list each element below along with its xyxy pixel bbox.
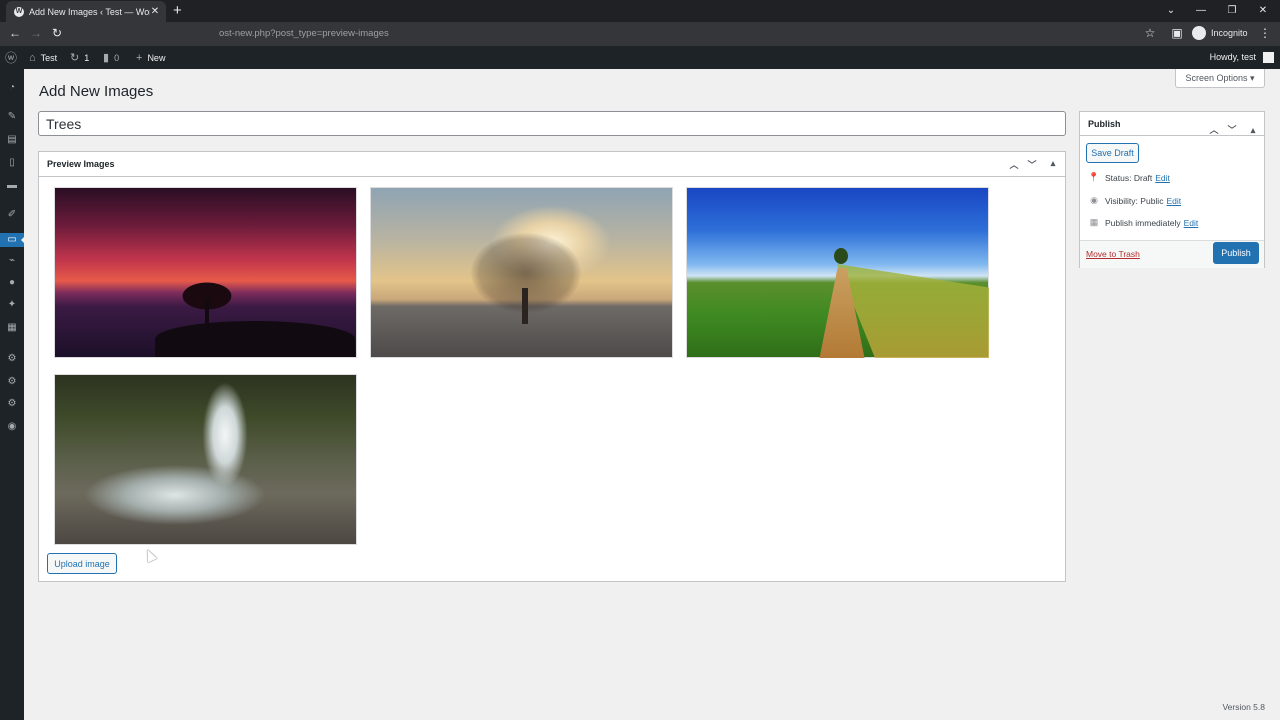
eye-icon: ◉: [1090, 195, 1098, 205]
move-up-icon[interactable]: ︿: [1008, 158, 1020, 171]
browser-tab-bar: W Add New Images ‹ Test — WordPress ✕ + …: [0, 0, 1280, 22]
bookmark-star-icon[interactable]: ☆: [1143, 26, 1157, 40]
plugins-icon[interactable]: ⌁: [5, 254, 19, 268]
back-icon[interactable]: ←: [8, 26, 22, 40]
edit-status-link[interactable]: Edit: [1155, 173, 1170, 183]
move-to-trash-link[interactable]: Move to Trash: [1086, 249, 1140, 259]
visibility-value: Public: [1140, 195, 1164, 206]
avatar[interactable]: [1263, 52, 1274, 63]
post-status: 📍 Status: Draft Edit: [1088, 172, 1170, 183]
close-window-icon[interactable]: ✕: [1248, 0, 1278, 22]
forward-icon[interactable]: →: [29, 26, 43, 40]
close-tab-icon[interactable]: ✕: [150, 6, 160, 17]
preview-images-menu-icon[interactable]: ▭: [0, 233, 25, 247]
plus-icon: +: [136, 51, 143, 64]
appearance-brush-icon[interactable]: ✐: [5, 208, 19, 222]
updates-count: 1: [84, 52, 90, 63]
publish-button[interactable]: Publish: [1213, 242, 1259, 264]
publish-time: ▦ Publish immediately Edit: [1088, 217, 1199, 228]
preview-images-box: Preview Images ︿ ﹀ ▴ Upload image: [38, 151, 1066, 582]
sidebar-icon[interactable]: ▣: [1170, 26, 1184, 40]
publish-time-label: Publish: [1105, 217, 1133, 228]
save-draft-button[interactable]: Save Draft: [1086, 143, 1139, 163]
status-value: Draft: [1133, 172, 1153, 183]
media-icon[interactable]: ▤: [5, 133, 19, 147]
edit-visibility-link[interactable]: Edit: [1166, 196, 1181, 206]
publish-header: Publish ︿ ﹀ ▴: [1080, 112, 1264, 136]
new-content-menu[interactable]: + New: [136, 46, 165, 69]
pin-icon: 📍: [1088, 172, 1100, 182]
reload-icon[interactable]: ↻: [50, 26, 64, 40]
incognito-label: Incognito: [1211, 28, 1248, 38]
preview-image-1[interactable]: [54, 187, 357, 358]
url-field[interactable]: ost-new.php?post_type=preview-images: [219, 28, 389, 39]
preview-images-title: Preview Images: [47, 159, 115, 169]
toggle-panel-icon[interactable]: ▴: [1047, 158, 1059, 169]
comments-menu[interactable]: ▮ 0: [103, 46, 119, 69]
incognito-icon: [1192, 26, 1206, 40]
tools-wrench-icon[interactable]: ✦: [5, 298, 19, 312]
move-up-icon[interactable]: ︿: [1208, 118, 1220, 142]
incognito-indicator[interactable]: Incognito: [1192, 26, 1248, 40]
dashboard-icon[interactable]: ◔: [5, 81, 19, 95]
preview-images-header: Preview Images ︿ ﹀ ▴: [39, 152, 1065, 177]
comments-count: 0: [114, 52, 120, 63]
move-down-icon[interactable]: ﹀: [1226, 118, 1238, 142]
upload-image-button[interactable]: Upload image: [47, 553, 117, 574]
wp-logo-menu[interactable]: ⓦ: [5, 46, 22, 69]
publish-title: Publish: [1088, 119, 1121, 129]
settings-icon[interactable]: ▦: [5, 321, 19, 335]
gear-icon[interactable]: ⚙: [5, 352, 19, 366]
browser-menu-icon[interactable]: ⋮: [1258, 26, 1272, 40]
site-name-menu[interactable]: ⌂ Test: [29, 46, 57, 69]
pages-icon[interactable]: ▯: [5, 156, 19, 170]
howdy-user[interactable]: Howdy, test: [1210, 46, 1256, 69]
tab-search-icon[interactable]: ⌄: [1156, 0, 1186, 22]
move-down-icon[interactable]: ﹀: [1026, 158, 1038, 171]
new-label: New: [147, 52, 166, 63]
address-bar: ← → ↻ ost-new.php?post_type=preview-imag…: [0, 22, 1280, 46]
restore-icon[interactable]: ❐: [1217, 0, 1247, 22]
post-title-input[interactable]: [38, 111, 1066, 136]
comments-icon[interactable]: ▬: [5, 179, 19, 193]
new-tab-button[interactable]: +: [173, 2, 182, 20]
admin-menu: ◔ ✎ ▤ ▯ ▬ ✐ ▭ ⌁ ● ✦ ▦ ⚙ ⚙ ⚙ ◉: [0, 69, 25, 720]
gear-icon[interactable]: ⚙: [5, 375, 19, 389]
wp-version: Version 5.8: [1222, 702, 1265, 712]
home-icon: ⌂: [29, 51, 36, 64]
posts-pin-icon[interactable]: ✎: [5, 110, 19, 124]
toggle-panel-icon[interactable]: ▴: [1247, 118, 1259, 142]
site-name: Test: [40, 52, 58, 63]
post-visibility: ◉ Visibility: Public Edit: [1088, 195, 1181, 206]
minimize-icon[interactable]: —: [1186, 0, 1216, 22]
wordpress-favicon-icon: W: [14, 6, 24, 17]
screen-options-button[interactable]: Screen Options ▾: [1175, 69, 1265, 88]
status-label: Status:: [1105, 172, 1132, 183]
calendar-icon: ▦: [1089, 217, 1099, 227]
tab-title: Add New Images ‹ Test — WordPress: [29, 6, 150, 17]
preview-image-3[interactable]: [686, 187, 989, 358]
preview-image-4[interactable]: [54, 374, 357, 545]
users-icon[interactable]: ●: [5, 276, 19, 290]
comment-icon: ▮: [103, 52, 110, 64]
updates-menu[interactable]: ↻ 1: [70, 46, 89, 69]
visibility-label: Visibility:: [1105, 195, 1138, 206]
publish-box: Publish ︿ ﹀ ▴ Save Draft 📍 Status: Draft…: [1079, 111, 1265, 268]
collapse-menu-icon[interactable]: ◉: [5, 420, 19, 434]
page-title: Add New Images: [39, 83, 154, 100]
gear-icon[interactable]: ⚙: [5, 397, 19, 411]
edit-publish-time-link[interactable]: Edit: [1184, 218, 1199, 228]
browser-tab[interactable]: W Add New Images ‹ Test — WordPress ✕: [6, 1, 166, 22]
wp-admin-bar: ⓦ ⌂ Test ↻ 1 ▮ 0 + New Howdy, test: [0, 46, 1280, 69]
updates-icon: ↻: [70, 52, 80, 64]
preview-image-2[interactable]: [370, 187, 673, 358]
wordpress-logo-icon: ⓦ: [5, 51, 18, 65]
publish-time-value: immediately: [1135, 217, 1181, 228]
